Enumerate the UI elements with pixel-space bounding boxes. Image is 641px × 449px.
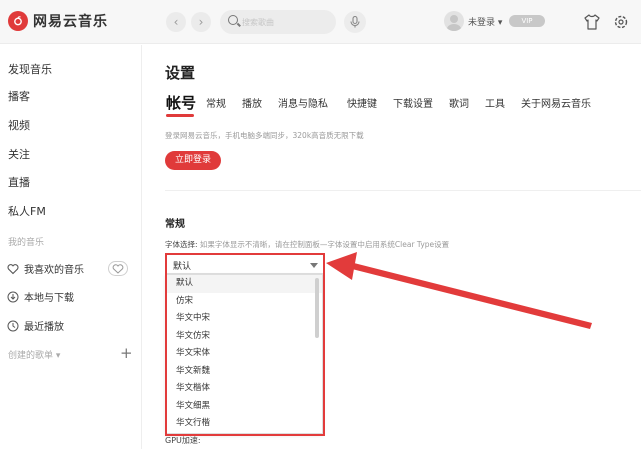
add-playlist-icon[interactable]: + [120, 344, 133, 362]
gear-icon[interactable] [612, 12, 630, 32]
sidebar-item-label: 本地与下载 [24, 293, 74, 304]
account-description: 登录网易云音乐，手机电脑多端同步，320k高音质无限下载 [165, 131, 364, 140]
my-music-heading: 我的音乐 [8, 238, 45, 248]
heart-icon [112, 263, 124, 274]
font-hint-text: 如果字体显示不清晰，请在控制面板—字体设置中启用系统Clear Type设置 [199, 240, 450, 249]
font-option[interactable]: 华文细黑 [166, 398, 322, 416]
font-option[interactable]: 华文仿宋 [166, 328, 322, 346]
tab-account[interactable]: 帐号 [166, 92, 196, 113]
font-select[interactable]: 默认 [165, 256, 325, 274]
sidebar-item-local-download[interactable]: 本地与下载 [7, 289, 74, 304]
dropdown-scrollbar[interactable] [315, 278, 319, 338]
chevron-down-icon [310, 263, 318, 268]
font-hint: 字体选择: 如果字体显示不清晰，请在控制面板—字体设置中启用系统Clear Ty… [165, 239, 449, 250]
sidebar-item-liked[interactable]: 我喜欢的音乐 [7, 261, 84, 276]
tab-lyrics[interactable]: 歌词 [449, 95, 469, 110]
avatar[interactable] [444, 11, 464, 31]
microphone-icon [350, 16, 360, 28]
back-button[interactable]: ‹ [166, 12, 186, 32]
heartbeat-mode-button[interactable] [108, 261, 128, 276]
settings-panel: 设置 帐号 常规 播放 消息与隐私 快捷键 下载设置 歌词 工具 关于网易云音乐… [142, 45, 641, 449]
sidebar-item-fm[interactable]: 私人FM [8, 203, 46, 219]
tab-about[interactable]: 关于网易云音乐 [521, 95, 591, 110]
heart-icon [7, 263, 19, 274]
divider [165, 190, 641, 191]
sidebar-item-video[interactable]: 视频 [8, 117, 30, 133]
font-label: 字体选择: [165, 240, 198, 249]
login-button[interactable]: 立即登录 [165, 151, 221, 170]
app-name: 网易云音乐 [33, 14, 108, 30]
forward-button[interactable]: › [191, 12, 211, 32]
font-select-value: 默认 [173, 262, 192, 272]
tab-shortcuts[interactable]: 快捷键 [347, 95, 377, 110]
sidebar-item-recent[interactable]: 最近播放 [7, 318, 64, 333]
netease-logo-icon [8, 11, 28, 31]
tab-general[interactable]: 常规 [206, 95, 226, 110]
sidebar-item-label: 我喜欢的音乐 [24, 265, 84, 276]
login-status[interactable]: 未登录 ▾ [468, 15, 502, 28]
search-icon [228, 15, 238, 25]
font-dropdown[interactable]: 默认 仿宋 华文中宋 华文仿宋 华文宋体 华文新魏 华文楷体 华文细黑 华文行楷 [165, 274, 323, 434]
sidebar-item-label: 最近播放 [24, 322, 64, 333]
search-box[interactable] [220, 10, 336, 34]
font-option[interactable]: 华文宋体 [166, 345, 322, 363]
download-icon [7, 291, 19, 302]
page-title: 设置 [165, 64, 196, 82]
font-option[interactable]: 华文中宋 [166, 310, 322, 328]
font-option[interactable]: 默认 [166, 275, 322, 293]
tab-download[interactable]: 下载设置 [393, 95, 433, 110]
general-section-title: 常规 [165, 219, 185, 230]
skin-icon[interactable] [583, 12, 601, 32]
font-option[interactable]: 华文楷体 [166, 380, 322, 398]
created-playlists-heading[interactable]: 创建的歌单 ▾ [8, 348, 60, 361]
app-logo[interactable]: 网易云音乐 [8, 11, 108, 31]
sidebar-item-follow[interactable]: 关注 [8, 146, 30, 162]
sidebar: 发现音乐 播客 视频 关注 直播 私人FM 我的音乐 我喜欢的音乐 本地与下载 … [0, 45, 142, 449]
font-option[interactable]: 仿宋 [166, 293, 322, 311]
clock-icon [7, 320, 19, 331]
font-option[interactable]: 华文行楷 [166, 415, 322, 433]
active-tab-indicator [166, 114, 194, 117]
search-input[interactable] [242, 14, 330, 30]
tab-privacy[interactable]: 消息与隐私 [278, 95, 328, 110]
header: 网易云音乐 ‹ › 未登录 ▾ VIP [0, 0, 641, 44]
sidebar-item-live[interactable]: 直播 [8, 174, 30, 190]
tab-tools[interactable]: 工具 [485, 95, 505, 110]
font-option[interactable]: 华文新魏 [166, 363, 322, 381]
tab-playback[interactable]: 播放 [242, 95, 262, 110]
sidebar-item-podcast[interactable]: 播客 [8, 88, 30, 104]
voice-search-button[interactable] [344, 11, 366, 33]
vip-badge[interactable]: VIP [509, 15, 545, 27]
gpu-label: GPU加速: [165, 436, 201, 445]
sidebar-item-discover[interactable]: 发现音乐 [8, 61, 52, 77]
